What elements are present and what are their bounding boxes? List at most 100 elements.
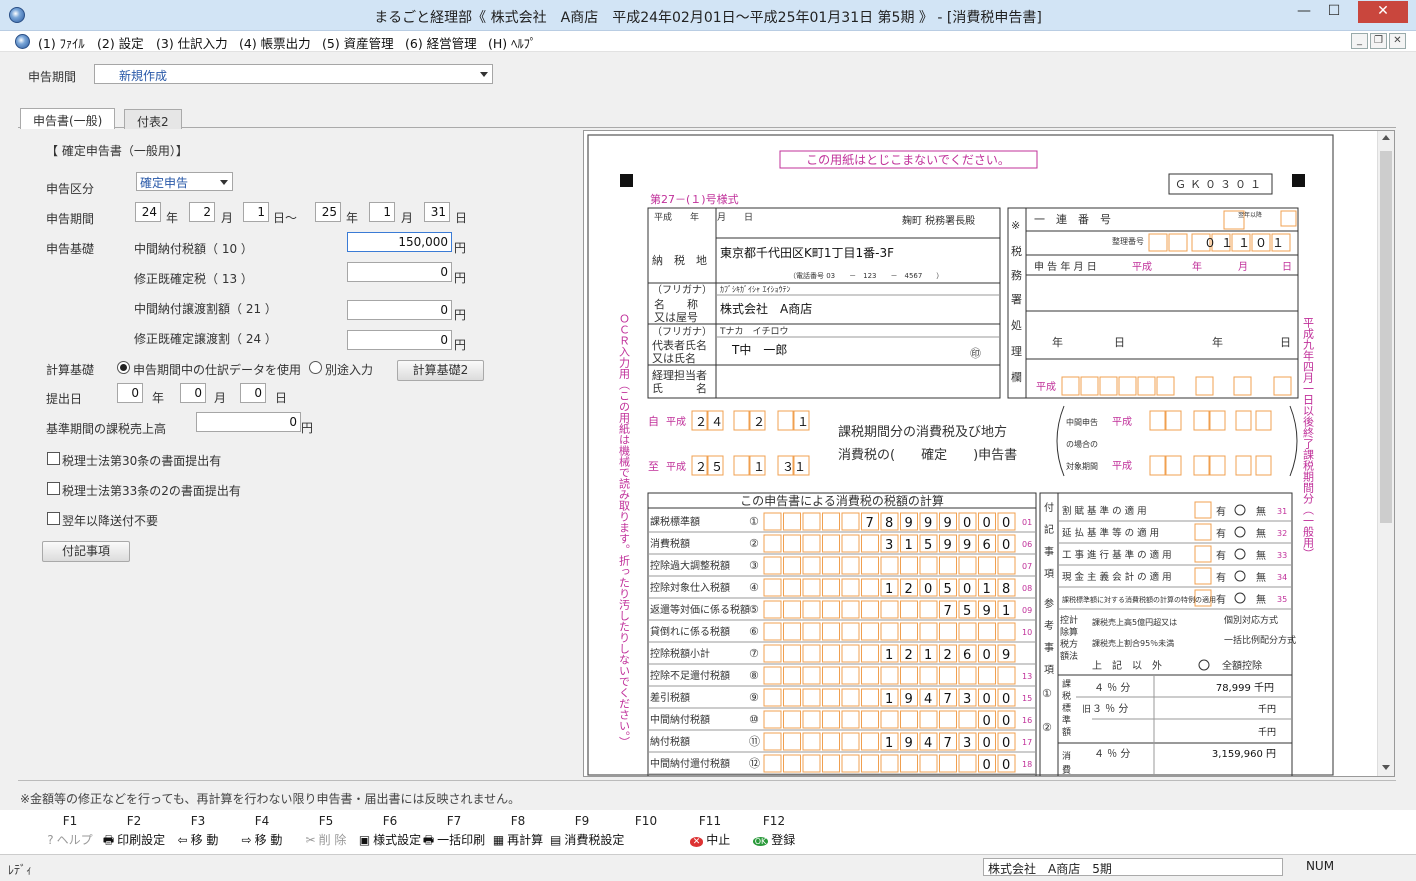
fkey-f2[interactable]: F2 🖶 印刷設定	[102, 814, 166, 852]
revised-tax-input[interactable]: 0	[347, 262, 452, 282]
submit-month-input[interactable]: 0	[180, 383, 206, 403]
tax-form-preview[interactable]: この用紙はとじこまないでください。 ＧＫ０３０１ 第27－(１)号様式 平成 年…	[583, 130, 1395, 777]
menu-journal-entry[interactable]: (3) 仕訳入力	[156, 33, 228, 52]
digit: 9	[983, 604, 991, 619]
mdi-restore-button[interactable]: ❐	[1370, 33, 1387, 49]
unit-month: 月	[214, 391, 227, 405]
menu-file[interactable]: (1) ﾌｧｲﾙ	[38, 33, 85, 52]
seal-icon: ㊞	[970, 347, 981, 360]
form-title-2: 消費税の( 確定 )申告書	[838, 447, 1017, 463]
scroll-thumb[interactable]	[1380, 151, 1392, 523]
to-day-input[interactable]: 31	[424, 202, 450, 222]
digit: 0	[1002, 758, 1010, 773]
mid-tax-input[interactable]: 150,000	[347, 232, 452, 252]
fkey-f7[interactable]: F7 🖶 一括印刷	[422, 814, 486, 852]
revised-transfer-input[interactable]: 0	[347, 330, 452, 350]
unit-day: 日	[455, 211, 468, 225]
ref-yes: 有	[1216, 549, 1226, 562]
fkey-label: ⇨ 移 動	[230, 831, 294, 848]
submit-day-input[interactable]: 0	[240, 383, 266, 403]
fkey-text: 中止	[706, 833, 731, 847]
nen-2: 年	[1052, 335, 1063, 349]
radio-manual-input[interactable]	[309, 361, 322, 374]
period-select[interactable]: 新規作成	[94, 64, 493, 84]
menu-app-icon[interactable]	[15, 34, 30, 49]
maximize-button[interactable]: ☐	[1320, 1, 1348, 23]
circle-2: ②	[1042, 721, 1052, 734]
fkey-f8[interactable]: F8 ▦ 再計算	[486, 814, 550, 848]
form-vertical-scrollbar[interactable]	[1377, 131, 1394, 776]
to-year-input[interactable]: 25	[315, 202, 341, 222]
fkey-f3[interactable]: F3 ⇦ 移 動	[166, 814, 230, 848]
digit: 9	[924, 516, 932, 531]
menu-settings[interactable]: (2) 設定	[97, 33, 144, 52]
digit: 1	[885, 736, 893, 751]
close-button[interactable]: ✕	[1358, 1, 1408, 23]
menu-reports[interactable]: (4) 帳票出力	[239, 33, 311, 52]
menu-assets[interactable]: (5) 資産管理	[322, 33, 394, 52]
from-day-input[interactable]: 1	[243, 202, 269, 222]
scroll-down-icon[interactable]	[1382, 765, 1390, 770]
menu-management[interactable]: (6) 経営管理	[405, 33, 477, 52]
addr-value: 東京都千代田区K町1丁目1番-3F	[720, 246, 894, 260]
mid-transfer-input[interactable]: 0	[347, 300, 452, 320]
period-select-value: 新規作成	[119, 69, 168, 83]
fkey-key: F11	[698, 814, 722, 828]
calc-line-label: 貸倒れに係る税額	[650, 625, 730, 638]
fkey-f12[interactable]: F12 OK 登録	[742, 814, 806, 848]
checkbox-art33[interactable]	[47, 482, 60, 495]
fkey-f11[interactable]: F11 ✕ 中止	[678, 814, 742, 848]
to-y2: ５	[711, 460, 723, 474]
digit: 0	[963, 582, 971, 597]
unit-year: 年	[152, 391, 165, 405]
ref-code: 31	[1277, 507, 1287, 516]
checkbox-art30[interactable]	[47, 452, 60, 465]
digit: 8	[885, 516, 893, 531]
fkey-label: ⇦ 移 動	[166, 831, 230, 848]
from-month-input[interactable]: 2	[189, 202, 215, 222]
digit: 6	[983, 538, 991, 553]
digit: 9	[905, 516, 913, 531]
rep-kana-label: （フリガナ）	[652, 326, 712, 338]
radio-use-journal[interactable]	[117, 361, 130, 374]
tsuki-1: 月	[1238, 261, 1248, 273]
svg-text:標: 標	[1062, 702, 1071, 714]
digit: 2	[905, 648, 913, 663]
from-year-input[interactable]: 24	[135, 202, 161, 222]
fkey-f9[interactable]: F9 ▤ 消費税設定	[550, 814, 624, 848]
calc-line-no: ①	[749, 515, 759, 528]
calc-line-code: 01	[1022, 518, 1032, 527]
mdi-minimize-button[interactable]: _	[1351, 33, 1368, 49]
submit-year-input[interactable]: 0	[117, 383, 143, 403]
unit-day: 日	[275, 391, 288, 405]
fkey-f4[interactable]: F4 ⇨ 移 動	[230, 814, 294, 848]
minimize-button[interactable]: —	[1290, 1, 1318, 23]
fkey-f5[interactable]: F5 ✂ 削 除	[294, 814, 358, 848]
scroll-up-icon[interactable]	[1382, 135, 1390, 140]
digit: 7	[944, 736, 952, 751]
digit: 9	[944, 538, 952, 553]
ref-no: 無	[1256, 527, 1266, 540]
kojo-2: 課税売上割合95％未満	[1092, 638, 1174, 648]
base-sales-input[interactable]: 0	[196, 412, 301, 432]
tab-appendix-2[interactable]: 付表2	[124, 109, 182, 129]
svg-text:理: 理	[1011, 345, 1022, 358]
checkbox-no-mail[interactable]	[47, 512, 60, 525]
from-label: 自	[648, 415, 659, 428]
kubun-select[interactable]: 確定申告	[136, 172, 233, 191]
digit: 1	[905, 538, 913, 553]
tab-return-general[interactable]: 申告書(一般)	[20, 108, 116, 129]
fkey-key: F8	[510, 814, 526, 828]
calc-basis2-button[interactable]: 計算基礎2	[397, 360, 484, 381]
menu-help[interactable]: (H) ﾍﾙﾌﾟ	[488, 33, 536, 52]
fkey-f10[interactable]: F10	[614, 814, 678, 845]
mdi-close-button[interactable]: ✕	[1389, 33, 1406, 49]
form-title-1: 課税期間分の消費税及び地方	[838, 424, 1007, 440]
calc-line-no: ⑧	[749, 669, 759, 682]
calc-line-label: 納付税額	[650, 735, 690, 748]
fkey-text: 登録	[771, 833, 796, 847]
to-month-input[interactable]: 1	[369, 202, 395, 222]
note-items-button[interactable]: 付記事項	[42, 541, 130, 562]
fkey-f1[interactable]: F1? ヘルプ	[38, 814, 102, 848]
fkey-f6[interactable]: F6 ▣ 様式設定	[358, 814, 422, 848]
